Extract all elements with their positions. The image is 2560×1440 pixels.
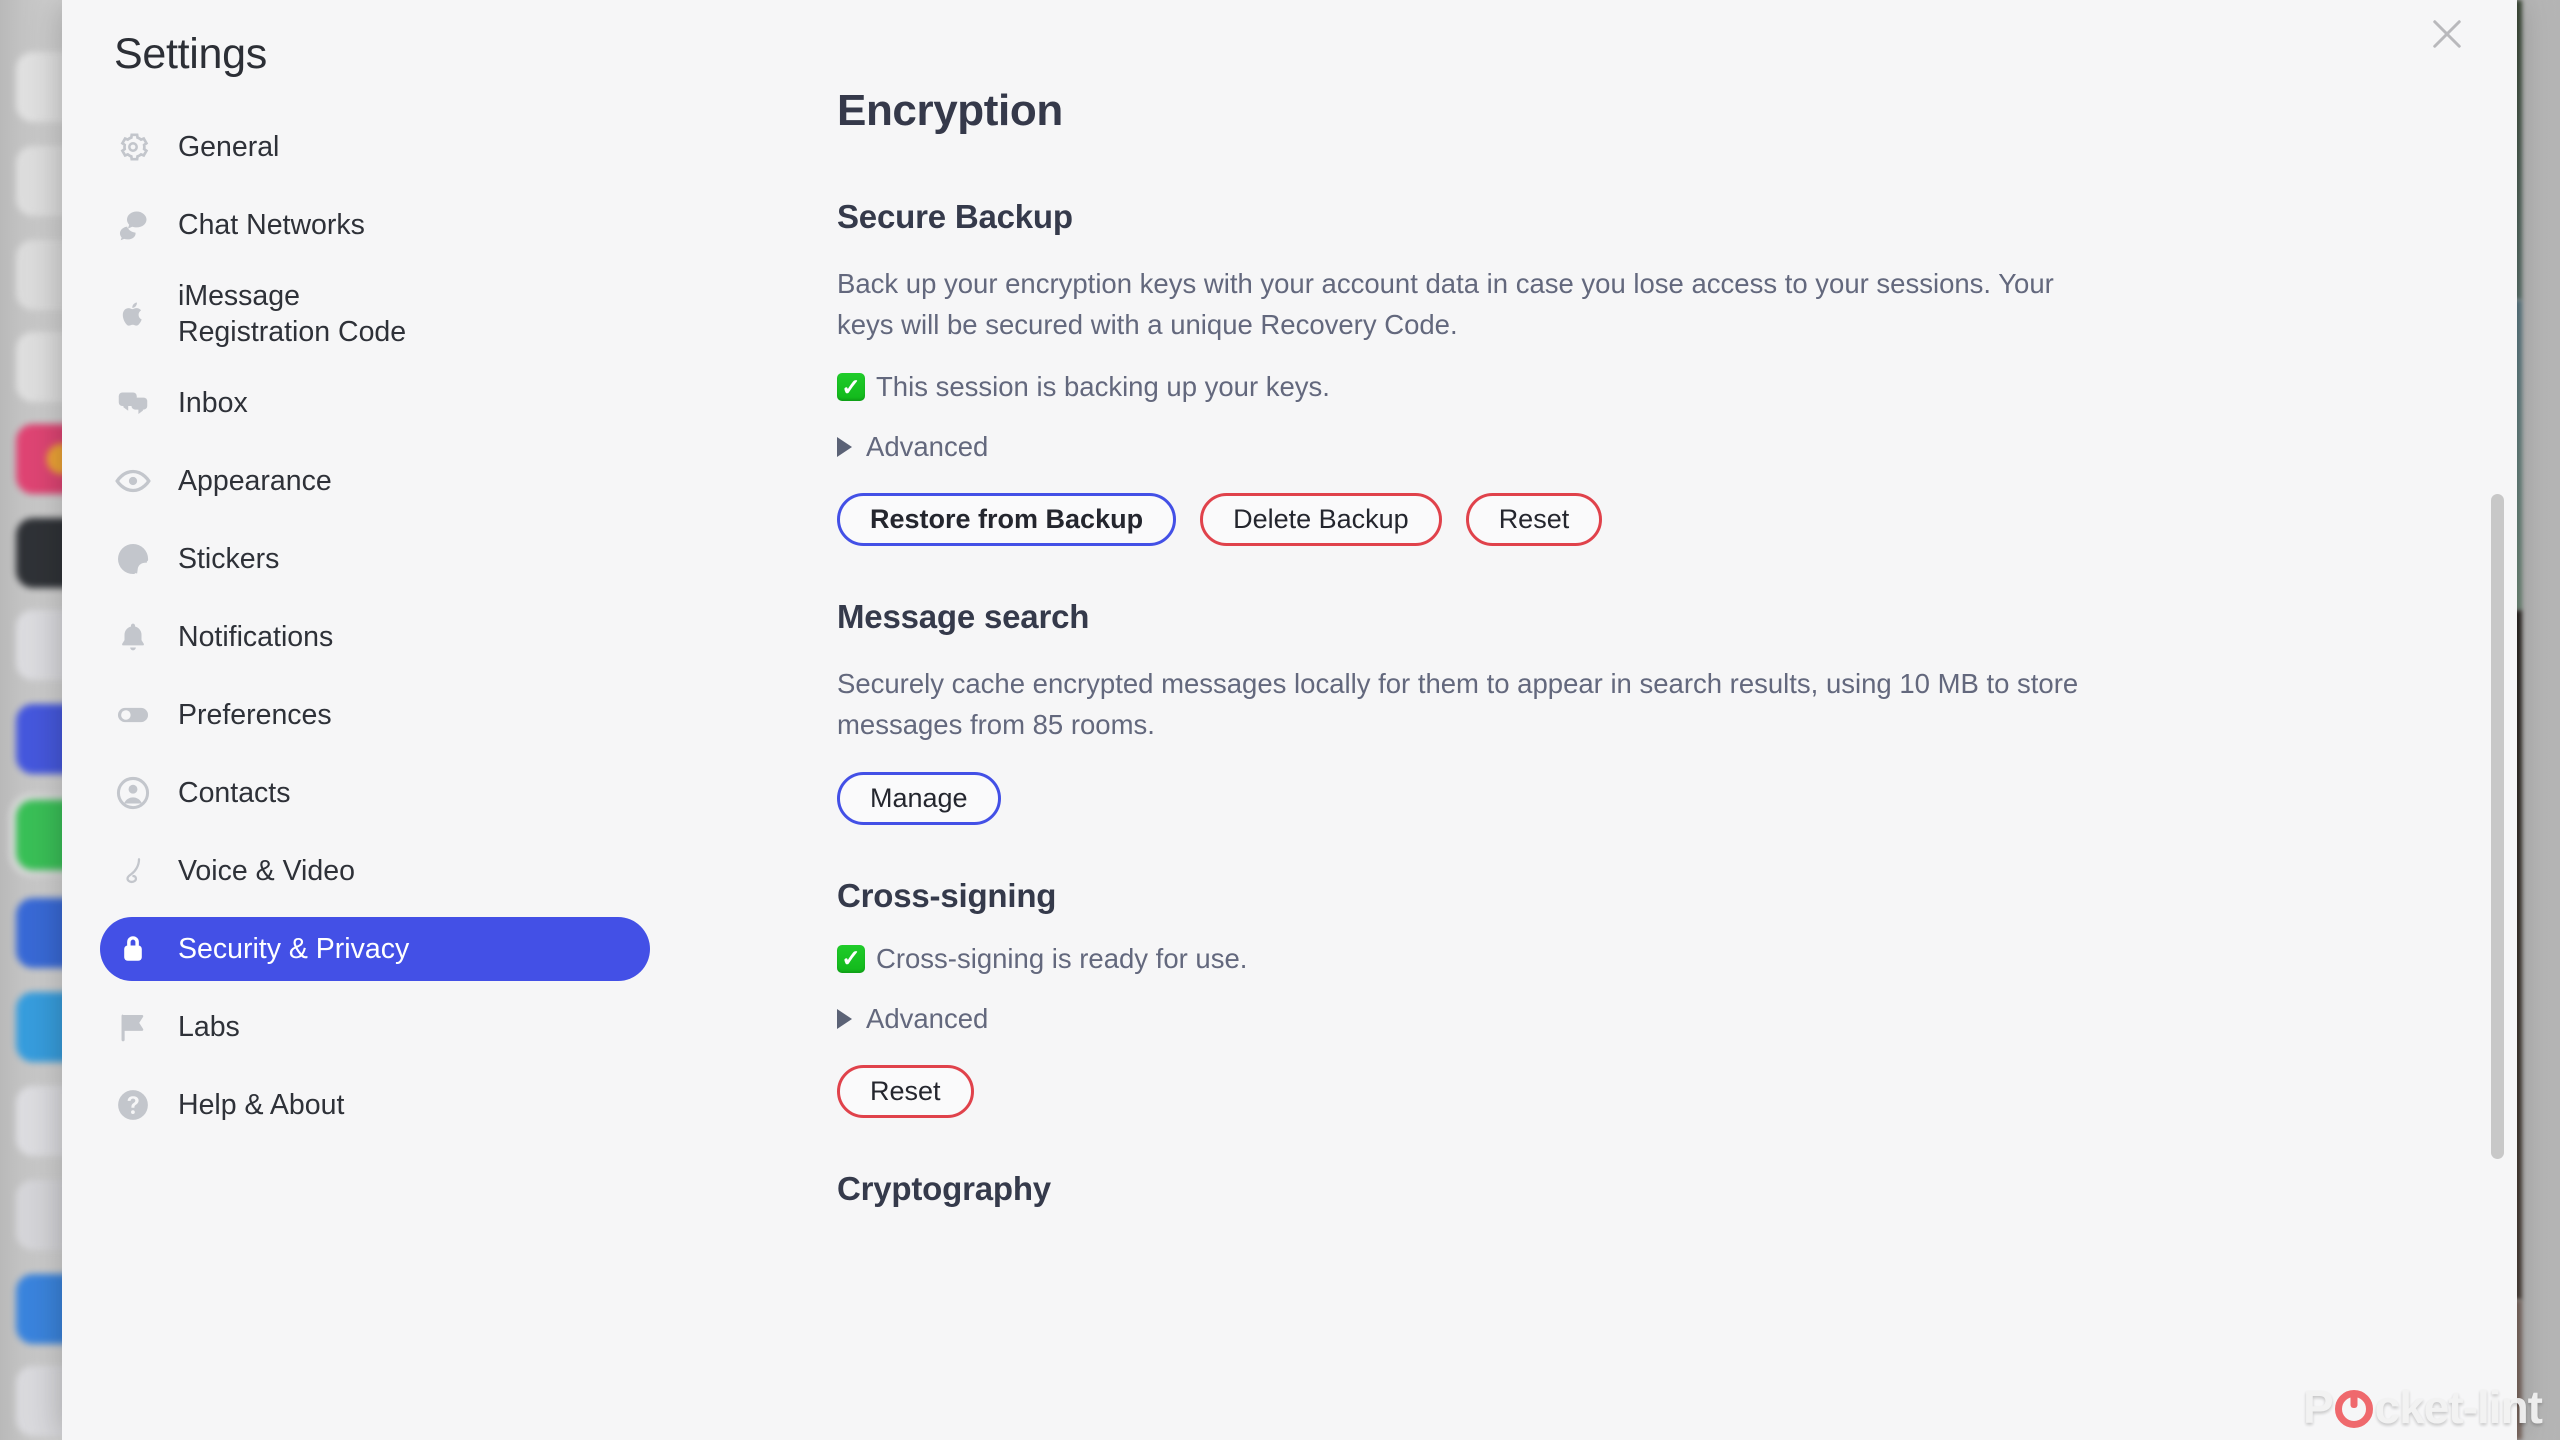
sidebar-item-stickers[interactable]: Stickers (100, 527, 650, 591)
green-check-icon: ✓ (837, 944, 865, 973)
advanced-label: Advanced (866, 1002, 989, 1034)
section-heading: Message search (837, 598, 1090, 636)
sidebar-item-help-about[interactable]: Help & About (100, 1073, 650, 1137)
sidebar-item-label: Preferences (178, 698, 332, 731)
flag-icon (114, 1008, 152, 1046)
advanced-disclosure-cross-signing[interactable]: Advanced (837, 1003, 988, 1035)
scrollbar-thumb[interactable] (2491, 494, 2504, 1159)
watermark-suffix: cket-lint (2374, 1381, 2543, 1433)
delete-backup-button[interactable]: Delete Backup (1200, 493, 1442, 547)
sidebar-item-label: Inbox (178, 386, 248, 419)
sidebar-item-label: Notifications (178, 620, 334, 653)
section-description: Securely cache encrypted messages locall… (837, 668, 2079, 741)
settings-sidebar: Settings General Chat Networks iMessage … (62, 0, 682, 1440)
apple-icon (114, 295, 152, 333)
lock-icon (114, 930, 152, 968)
sidebar-item-imessage-registration-code[interactable]: iMessage Registration Code (100, 271, 650, 357)
sidebar-item-general[interactable]: General (100, 115, 650, 179)
advanced-label: Advanced (866, 431, 989, 463)
cryptography-section: Cryptography (837, 1170, 2517, 1208)
section-heading: Secure Backup (837, 198, 1073, 235)
sidebar-item-label: Labs (178, 1010, 240, 1043)
content-page-title: Encryption (837, 86, 1063, 135)
chevron-right-icon (837, 437, 852, 458)
inbox-icon (114, 384, 152, 422)
sidebar-item-label: General (178, 130, 280, 163)
advanced-disclosure-backup[interactable]: Advanced (837, 431, 988, 463)
sidebar-item-label: Stickers (178, 542, 280, 575)
power-symbol-icon (2334, 1390, 2373, 1428)
sidebar-item-contacts[interactable]: Contacts (100, 761, 650, 825)
question-circle-icon (114, 1086, 152, 1124)
cross-signing-section: Cross-signing ✓ Cross-signing is ready f… (837, 877, 2517, 1118)
sidebar-item-label: Help & About (178, 1088, 345, 1121)
sidebar-item-chat-networks[interactable]: Chat Networks (100, 193, 650, 257)
cross-signing-status: ✓ Cross-signing is ready for use. (837, 943, 2517, 975)
green-check-icon: ✓ (837, 373, 865, 402)
person-circle-icon (114, 774, 152, 812)
sidebar-item-label: Voice & Video (178, 854, 355, 887)
sidebar-item-label: Appearance (178, 464, 332, 497)
message-search-actions: Manage (837, 771, 2517, 825)
backup-status-text: This session is backing up your keys. (876, 371, 1330, 403)
sidebar-item-voice-video[interactable]: Voice & Video (100, 839, 650, 903)
phone-icon (114, 852, 152, 890)
toggle-icon (114, 696, 152, 734)
watermark-prefix: P (2302, 1381, 2334, 1433)
sidebar-item-notifications[interactable]: Notifications (100, 605, 650, 669)
sidebar-item-appearance[interactable]: Appearance (100, 449, 650, 513)
page-title: Settings (114, 30, 267, 78)
eye-icon (114, 462, 152, 500)
sidebar-item-label: Chat Networks (178, 208, 365, 241)
section-description: Back up your encryption keys with your a… (837, 268, 2054, 340)
sidebar-item-label: Security & Privacy (178, 932, 410, 965)
manage-button[interactable]: Manage (837, 771, 1001, 825)
secure-backup-section: Secure Backup Back up your encryption ke… (837, 198, 2517, 547)
chevron-right-icon (837, 1008, 852, 1029)
sidebar-item-security-privacy[interactable]: Security & Privacy (100, 917, 650, 981)
reset-cross-signing-button[interactable]: Reset (837, 1064, 974, 1118)
sidebar-item-label: iMessage Registration Code (178, 279, 407, 348)
section-heading: Cross-signing (837, 876, 1057, 914)
reset-backup-button[interactable]: Reset (1465, 493, 1603, 547)
content-scrollbar[interactable] (2491, 0, 2511, 1440)
backup-status: ✓ This session is backing up your keys. (837, 371, 2517, 403)
cross-signing-status-text: Cross-signing is ready for use. (876, 942, 1248, 974)
restore-from-backup-button[interactable]: Restore from Backup (837, 493, 1177, 547)
sticker-icon (114, 540, 152, 578)
bell-icon (114, 618, 152, 656)
section-heading: Cryptography (837, 1169, 1051, 1207)
sidebar-item-labs[interactable]: Labs (100, 995, 650, 1059)
sidebar-item-inbox[interactable]: Inbox (100, 371, 650, 435)
chat-bubbles-icon (114, 206, 152, 244)
cross-signing-actions: Reset (837, 1064, 2517, 1118)
settings-nav-list: General Chat Networks iMessage Registrat… (62, 115, 682, 1137)
secure-backup-actions: Restore from Backup Delete Backup Reset (837, 493, 2517, 547)
settings-dialog: Settings General Chat Networks iMessage … (62, 0, 2517, 1440)
sidebar-item-label: Contacts (178, 776, 291, 809)
gear-icon (114, 128, 152, 166)
settings-content-panel: Encryption Secure Backup Back up your en… (682, 0, 2517, 1440)
sidebar-item-preferences[interactable]: Preferences (100, 683, 650, 747)
message-search-section: Message search Securely cache encrypted … (837, 598, 2517, 825)
pocket-lint-watermark: P cket-lint (2302, 1380, 2543, 1434)
